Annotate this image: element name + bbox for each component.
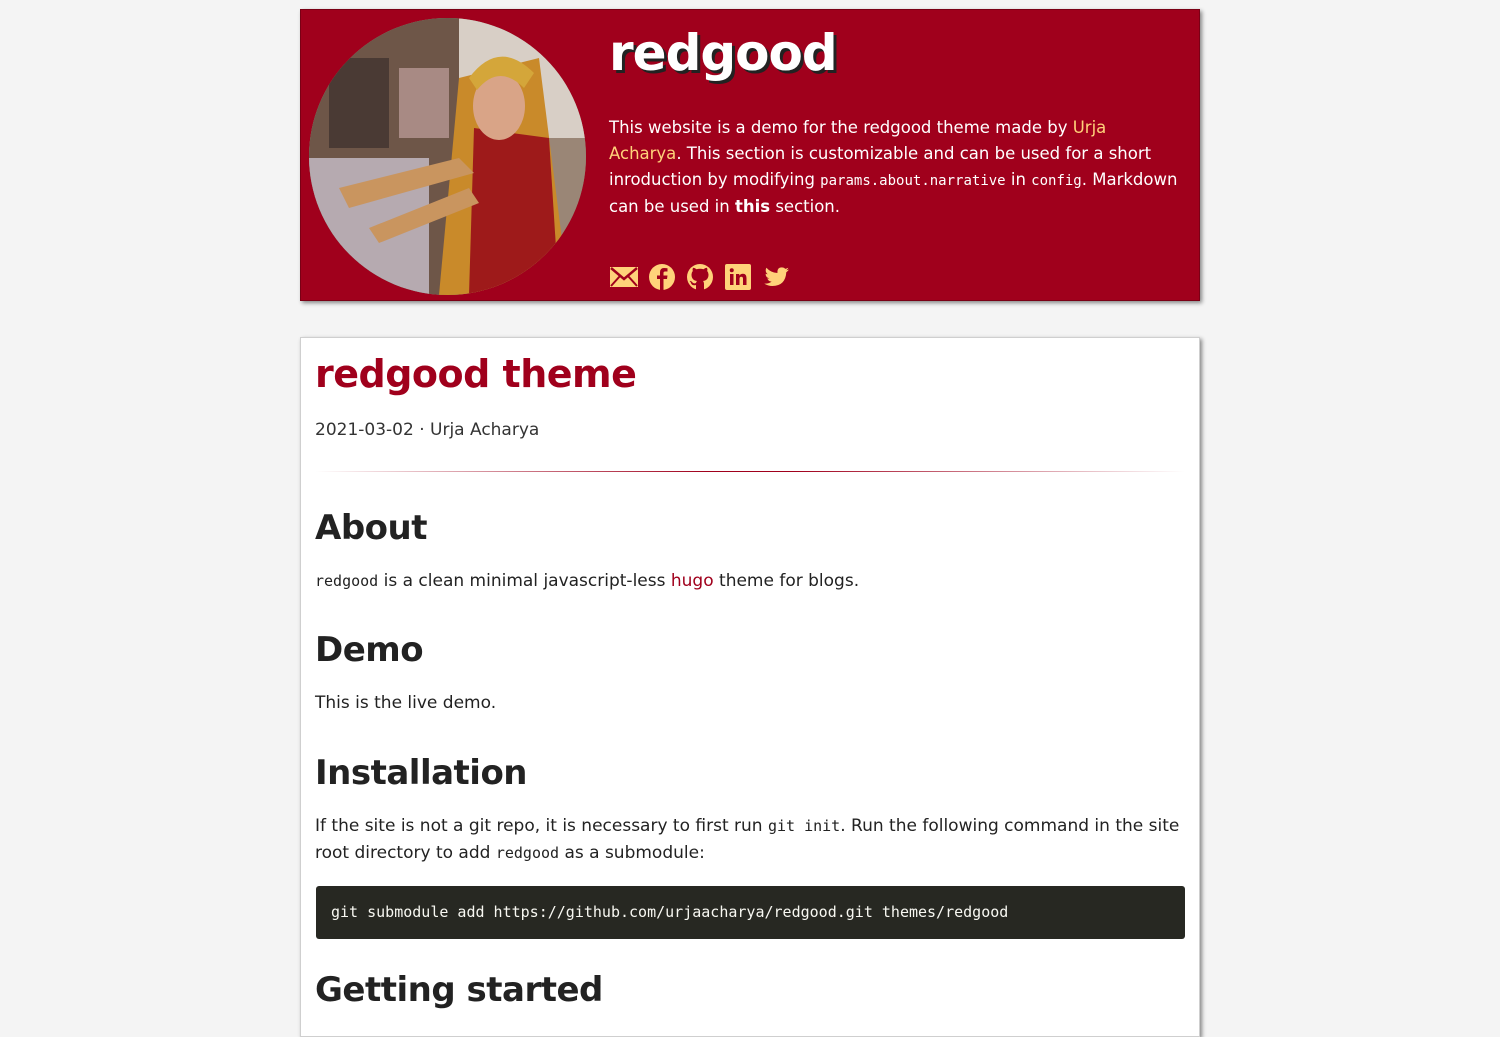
facebook-icon[interactable] <box>647 262 677 292</box>
post-meta: 2021-03-02 · Urja Acharya <box>315 420 540 440</box>
paragraph-text: is a clean minimal javascript-less <box>378 571 671 591</box>
linkedin-icon[interactable] <box>723 262 753 292</box>
github-icon[interactable] <box>685 262 715 292</box>
twitter-icon[interactable] <box>761 262 791 292</box>
social-links <box>609 262 791 292</box>
inline-code: redgood <box>315 572 379 590</box>
site-title[interactable]: redgood <box>609 24 838 82</box>
divider <box>315 471 1185 472</box>
avatar <box>309 18 586 295</box>
heading-installation: Installation <box>315 753 528 793</box>
paragraph-text: If the site is not a git repo, it is nec… <box>315 816 768 836</box>
site-header: redgood This website is a demo for the r… <box>300 9 1200 301</box>
heading-getting-started: Getting started <box>315 970 603 1010</box>
paragraph-text: theme for blogs. <box>713 571 860 591</box>
demo-paragraph: This is the live demo. <box>315 693 497 713</box>
post-card: redgood theme 2021-03-02 · Urja Acharya … <box>300 337 1200 1037</box>
narrative-text: This website is a demo for the redgood t… <box>609 118 1073 137</box>
about-narrative: This website is a demo for the redgood t… <box>609 115 1184 220</box>
inline-code: git init <box>767 817 841 835</box>
heading-demo: Demo <box>315 630 424 670</box>
heading-about: About <box>315 508 427 548</box>
bold-text: this <box>734 197 771 216</box>
inline-code: config <box>1031 173 1082 189</box>
post-title[interactable]: redgood theme <box>315 352 637 396</box>
email-icon[interactable] <box>609 262 639 292</box>
code-block[interactable]: git submodule add https://github.com/urj… <box>316 886 1185 939</box>
narrative-text: section. <box>770 197 841 216</box>
narrative-text: in <box>1005 170 1032 189</box>
about-paragraph: redgood is a clean minimal javascript-le… <box>315 568 1185 595</box>
hugo-link[interactable]: hugo <box>671 571 714 591</box>
installation-paragraph: If the site is not a git repo, it is nec… <box>315 813 1185 867</box>
paragraph-text: as a submodule: <box>559 843 705 863</box>
inline-code: params.about.narrative <box>820 173 1006 189</box>
inline-code: redgood <box>495 844 560 862</box>
